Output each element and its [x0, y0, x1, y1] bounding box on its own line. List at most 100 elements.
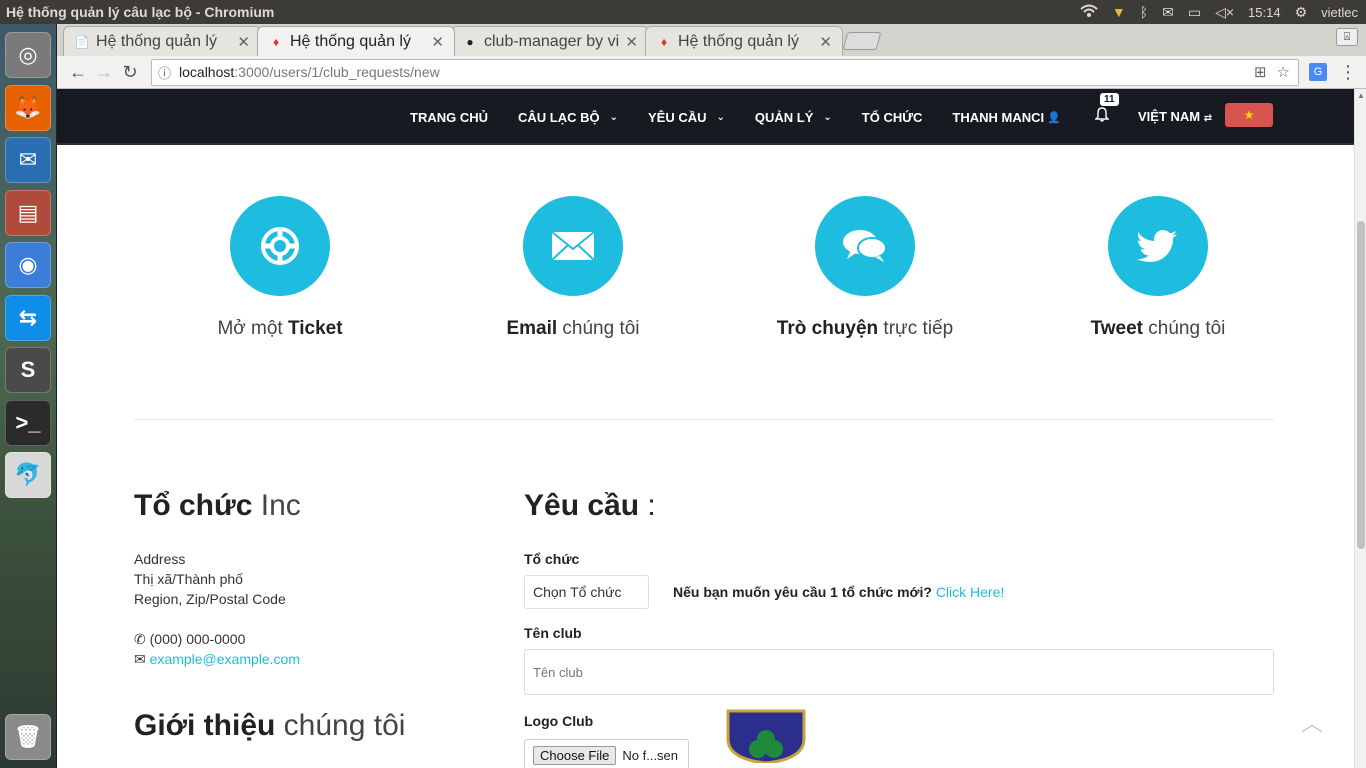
page-info-icon[interactable]: ⓘ	[158, 63, 171, 82]
trash-icon[interactable]: 🗑	[5, 714, 51, 760]
tab-strip: 📄 Hệ thống quản lý ✕ ♦ Hệ thống quản lý …	[57, 24, 1366, 56]
site-favicon-icon: ♦	[272, 34, 280, 49]
club-name-label: Tên club	[524, 625, 582, 641]
lifebuoy-icon[interactable]	[230, 196, 330, 296]
github-icon: ●	[466, 34, 474, 49]
profile-icon[interactable]: ⍓	[1336, 28, 1358, 46]
user-name[interactable]: vietlec	[1321, 5, 1358, 20]
nav-item-4[interactable]: TỔ CHỨC	[862, 110, 923, 125]
browser-tab-2[interactable]: ♦ Hệ thống quản lý ✕	[257, 26, 455, 56]
url-host: localhost	[179, 64, 235, 80]
wifi-icon[interactable]	[1080, 4, 1098, 21]
mail-icon[interactable]: ✉	[1162, 4, 1174, 21]
translate-icon[interactable]: ⊞	[1254, 63, 1267, 81]
nav-item-label: TRANG CHỦ	[410, 109, 488, 125]
thunderbird-icon[interactable]: ✉	[5, 137, 51, 183]
feature-email[interactable]: Email chúng tôi	[448, 196, 698, 340]
bookmark-star-icon[interactable]: ☆	[1277, 63, 1290, 81]
twitter-icon[interactable]	[1108, 196, 1208, 296]
sublime-text-icon[interactable]: S	[5, 347, 51, 393]
envelope-icon[interactable]	[523, 196, 623, 296]
browser-tab-4[interactable]: ♦ Hệ thống quản lý ✕	[645, 26, 843, 56]
choose-file-button[interactable]: Choose File	[533, 745, 617, 765]
feature-tweet[interactable]: Tweet chúng tôi	[1033, 196, 1283, 340]
firefox-icon[interactable]: 🦊	[5, 84, 51, 131]
back-arrow-icon[interactable]: ←	[65, 62, 91, 83]
chat-icon[interactable]	[815, 196, 915, 296]
new-tab-button[interactable]	[842, 32, 882, 50]
email-link[interactable]: example@example.com	[150, 651, 300, 667]
terminal-icon[interactable]: >_	[5, 399, 51, 446]
club-name-field-group: Tên club	[524, 625, 1274, 695]
logo-file-input[interactable]: Choose File No f...sen	[524, 739, 689, 768]
nav-item-label: THANH MANCI	[952, 109, 1045, 125]
tab-close-icon[interactable]: ✕	[431, 33, 444, 51]
nav-item-5[interactable]: THANH MANCI 👤	[952, 110, 1060, 125]
nav-item-2[interactable]: YÊU CẦU ⌄	[648, 110, 725, 125]
mysql-workbench-icon[interactable]: 🐬	[5, 452, 51, 498]
organization-info: Tổ chức Inc Address Thị xã/Thành phố Reg…	[134, 489, 464, 743]
tab-label: Hệ thống quản lý	[290, 32, 411, 50]
site-navbar: TRANG CHỦ CÂU LẠC BỘ ⌄ YÊU CẦU ⌄ QUẢN LÝ ⌄ TỔ C…	[57, 89, 1354, 145]
nav-item-label: QUẢN LÝ	[754, 109, 814, 125]
chevron-down-icon: ⌄	[823, 111, 832, 123]
address-bar[interactable]: ⓘ localhost:3000/users/1/club_requests/n…	[151, 58, 1299, 86]
scrollbar-thumb[interactable]	[1357, 221, 1365, 549]
feature-caption: Mở một Ticket	[217, 318, 343, 339]
phone-number: (000) 000-0000	[149, 631, 246, 647]
club-name-input[interactable]	[524, 649, 1274, 695]
tab-close-icon[interactable]: ✕	[625, 33, 638, 51]
nav-item-label: TỔ CHỨC	[861, 109, 923, 125]
chevron-down-icon: ⌄	[609, 111, 618, 123]
contact-features: Mở một Ticket Email chúng tôi Trò chuyện…	[134, 196, 1274, 346]
feature-caption: Tweet chúng tôi	[1090, 318, 1226, 339]
section-divider	[134, 419, 1274, 420]
teamviewer-icon[interactable]: ⇆	[5, 294, 51, 341]
user-icon: 👤	[1047, 111, 1061, 124]
address-line: Thị xã/Thành phố	[134, 571, 243, 587]
volume-icon[interactable]: ◁×	[1215, 4, 1234, 21]
unity-launcher: ◎ 🦊 ✉ ▤ ◉ ⇆ S >_ 🐬 🗑	[0, 24, 57, 768]
chevron-down-icon: ⌄	[716, 111, 725, 123]
vietnam-flag-button[interactable]: ★	[1225, 103, 1273, 127]
tab-close-icon[interactable]: ✕	[237, 33, 250, 51]
chromium-icon[interactable]: ◉	[5, 242, 51, 288]
nav-item-0[interactable]: TRANG CHỦ	[410, 110, 488, 125]
battery-icon[interactable]: ▭	[1188, 4, 1201, 21]
tab-close-icon[interactable]: ✕	[819, 33, 832, 51]
org-select[interactable]: Chọn Tổ chức	[524, 575, 649, 609]
browser-tab-3[interactable]: ● club-manager by vie ✕	[451, 26, 649, 56]
bluetooth-icon[interactable]: ᛒ	[1140, 4, 1148, 20]
nav-item-1[interactable]: CÂU LẠC BỘ ⌄	[518, 110, 618, 125]
reload-icon[interactable]: ↻	[117, 62, 143, 83]
notification-bell-icon[interactable]	[1094, 107, 1110, 126]
settings-gear-icon[interactable]: ⚙	[1295, 4, 1308, 21]
browser-tab-1[interactable]: 📄 Hệ thống quản lý ✕	[63, 26, 261, 56]
google-translate-extension-icon[interactable]: G	[1309, 63, 1327, 81]
org-hint: Nếu bạn muốn yêu cầu 1 tổ chức mới? Clic…	[673, 584, 1005, 600]
browser-menu-icon[interactable]: ⋮	[1339, 62, 1357, 83]
forward-arrow-icon[interactable]: →	[91, 62, 117, 83]
nav-item-label: CÂU LẠC BỘ	[518, 109, 600, 125]
nav-item-3[interactable]: QUẢN LÝ ⌄	[755, 110, 832, 125]
club-logo-preview	[724, 709, 808, 768]
updates-icon[interactable]: ▼	[1112, 4, 1126, 20]
ubuntu-dash-icon[interactable]: ◎	[5, 32, 51, 78]
scroll-up-arrow-icon[interactable]: ▲	[1357, 91, 1365, 100]
back-to-top-chevron-icon[interactable]: ︿	[1301, 706, 1323, 738]
new-org-link[interactable]: Click Here!	[936, 584, 1004, 600]
club-logo-label: Logo Club	[524, 713, 594, 729]
clock[interactable]: 15:14	[1248, 5, 1281, 20]
page-favicon-icon: 📄	[74, 34, 90, 49]
nav-item-label: YÊU CẦU	[648, 109, 707, 125]
page-viewport: TRANG CHỦ CÂU LẠC BỘ ⌄ YÊU CẦU ⌄ QUẢN LÝ ⌄ TỔ C…	[57, 89, 1366, 768]
translate-small-icon: ⇄	[1203, 113, 1213, 124]
feature-ticket[interactable]: Mở một Ticket	[155, 196, 405, 340]
org-contact: ✆ (000) 000-0000 ✉ example@example.com	[134, 629, 464, 669]
phone-icon: ✆	[134, 631, 146, 647]
page-scrollbar[interactable]: ▲	[1354, 89, 1366, 768]
org-field-group: Tổ chức Chọn Tổ chức Nếu bạn muốn yêu cầ…	[524, 551, 1274, 609]
language-menu[interactable]: VIỆT NAM ⇄	[1138, 109, 1212, 124]
feature-chat[interactable]: Trò chuyện trực tiếp	[740, 196, 990, 340]
files-icon[interactable]: ▤	[5, 189, 51, 236]
